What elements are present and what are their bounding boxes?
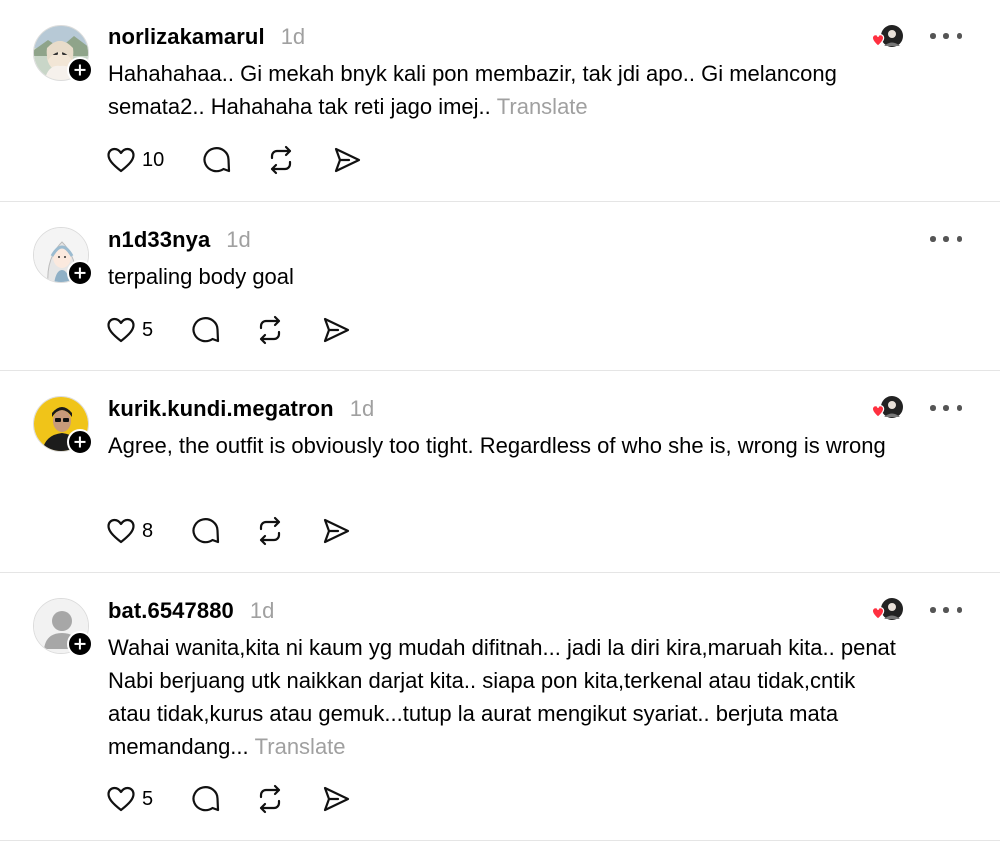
follow-plus-icon[interactable]	[67, 57, 93, 83]
timestamp: 1d	[349, 396, 375, 421]
reaction-avatars[interactable]	[868, 597, 908, 625]
heart-icon	[107, 147, 135, 173]
post-text: Agree, the outfit is obviously too tight…	[108, 433, 886, 458]
reply-button[interactable]	[191, 315, 221, 345]
reply-button[interactable]	[191, 784, 221, 814]
more-dots-icon[interactable]	[930, 604, 962, 616]
timestamp: 1d	[249, 598, 275, 623]
send-icon	[324, 317, 350, 343]
share-button[interactable]	[321, 516, 351, 546]
heart-reaction-icon	[871, 405, 885, 418]
post-text: Hahahahaa.. Gi mekah bnyk kali pon memba…	[108, 61, 837, 119]
follow-plus-icon[interactable]	[67, 260, 93, 286]
send-icon	[324, 786, 350, 812]
reply-button[interactable]	[191, 516, 221, 546]
more-dots-icon[interactable]	[930, 402, 962, 414]
username[interactable]: norlizakamarul	[108, 24, 265, 50]
comment-bubble-icon	[192, 317, 220, 343]
share-button[interactable]	[321, 315, 351, 345]
reaction-avatars[interactable]	[868, 24, 908, 52]
reaction-avatars[interactable]	[868, 395, 908, 423]
heart-reaction-icon	[871, 607, 885, 620]
username[interactable]: kurik.kundi.megatron	[108, 396, 334, 422]
heart-icon	[107, 786, 135, 812]
post: norlizakamarul 1d Hahahahaa.. Gi mekah b…	[0, 0, 1000, 202]
like-button[interactable]: 10	[106, 146, 164, 174]
comment-bubble-icon	[203, 147, 231, 173]
send-icon	[335, 147, 361, 173]
timestamp: 1d	[226, 227, 251, 252]
repost-button[interactable]	[255, 315, 285, 345]
post: n1d33nya 1d terpaling body goal 5	[0, 202, 1000, 371]
repost-icon	[260, 516, 281, 546]
post: kurik.kundi.megatron 1d Agree, the outfi…	[0, 371, 1000, 573]
like-count: 5	[142, 318, 154, 341]
repost-icon	[260, 315, 281, 345]
send-icon	[324, 518, 350, 544]
repost-icon	[260, 784, 281, 814]
like-count: 8	[142, 519, 154, 542]
comment-bubble-icon	[192, 518, 220, 544]
like-button[interactable]: 5	[106, 785, 153, 813]
translate-link[interactable]: Translate	[255, 734, 346, 759]
follow-plus-icon[interactable]	[67, 631, 93, 657]
follow-plus-icon[interactable]	[67, 429, 93, 455]
translate-link[interactable]: Translate	[497, 94, 588, 119]
timestamp: 1d	[280, 24, 306, 49]
like-count: 5	[142, 787, 154, 810]
repost-button[interactable]	[255, 516, 285, 546]
heart-icon	[107, 518, 135, 544]
like-count: 10	[142, 148, 165, 171]
post-text: Wahai wanita,kita ni kaum yg mudah difit…	[108, 635, 896, 759]
more-dots-icon[interactable]	[930, 30, 962, 42]
reply-button[interactable]	[202, 145, 232, 175]
post: bat.6547880 1d Wahai wanita,kita ni kaum…	[0, 573, 1000, 841]
share-button[interactable]	[321, 784, 351, 814]
username[interactable]: n1d33nya	[108, 227, 210, 253]
more-dots-icon[interactable]	[930, 233, 962, 245]
repost-button[interactable]	[266, 145, 296, 175]
repost-icon	[271, 145, 292, 175]
like-button[interactable]: 8	[106, 517, 153, 545]
comment-bubble-icon	[192, 786, 220, 812]
heart-reaction-icon	[871, 34, 885, 47]
share-button[interactable]	[332, 145, 362, 175]
repost-button[interactable]	[255, 784, 285, 814]
like-button[interactable]: 5	[106, 316, 153, 344]
username[interactable]: bat.6547880	[108, 598, 234, 624]
post-text: terpaling body goal	[108, 264, 294, 289]
heart-icon	[107, 317, 135, 343]
